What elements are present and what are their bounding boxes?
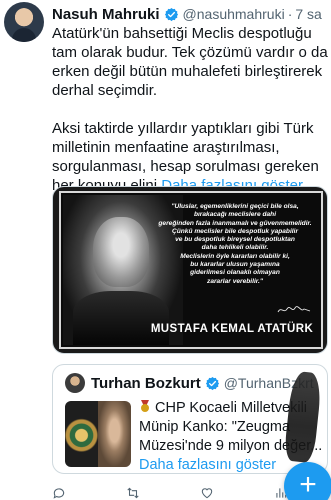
signature-graphic: [277, 306, 311, 313]
quote-line: ve bu despotluk bireysel despotluktan: [175, 236, 295, 244]
quote-line: gereğinden fazla inanmamalı ve güvenmeme…: [158, 219, 312, 227]
medal-emoji-icon: [139, 400, 151, 413]
poster-author: MUSTAFA KEMAL ATATÜRK: [150, 323, 314, 335]
verified-badge-icon: [164, 7, 178, 21]
author-avatar[interactable]: [4, 2, 44, 42]
quote-line: giderilmesi olanaklı olmayan: [190, 269, 280, 277]
mosaic-image-1: [65, 401, 98, 467]
quoted-tweet-thumbnail: [65, 401, 131, 467]
poster-quote: "Uluslar, egemenliklerini geçici bile ol…: [149, 203, 321, 286]
quote-line: zararlar verebilir.": [207, 277, 263, 285]
quoted-author-avatar: [65, 373, 85, 393]
quote-line: Meclislerin öyle kararları olabilir ki,: [180, 252, 290, 260]
quoted-tweet-header: Turhan Bozkurt @TurhanBzkrt: [91, 373, 314, 393]
quote-line: bırakacağı meclislere dahi: [193, 211, 277, 219]
author-name[interactable]: Nasuh Mahruki: [52, 6, 160, 23]
quote-line: bu kararlar ulusun yaşamına: [190, 261, 280, 269]
retweet-action[interactable]: [126, 486, 144, 500]
retweet-icon: [127, 487, 139, 499]
tweet-image[interactable]: "Uluslar, egemenliklerini geçici bile ol…: [52, 186, 328, 354]
quote-poster: "Uluslar, egemenliklerini geçici bile ol…: [59, 191, 323, 349]
author-handle[interactable]: @nasuhmahruki: [183, 6, 285, 22]
tweet-header: Nasuh Mahruki @nasuhmahruki · 7 sa: [52, 4, 322, 24]
tweet[interactable]: Nasuh Mahruki @nasuhmahruki · 7 sa Atatü…: [0, 0, 331, 500]
quoted-show-more-link[interactable]: Daha fazlasını göster: [139, 457, 276, 473]
compose-plus-icon: +: [299, 468, 317, 500]
quote-line: daha tehlikeli olabilir.: [201, 244, 269, 252]
separator-dot: ·: [287, 6, 293, 22]
tweet-time[interactable]: 7 sa: [295, 6, 321, 22]
quoted-author-name: Turhan Bozkurt: [91, 374, 201, 392]
quoted-tweet[interactable]: Turhan Bozkurt @TurhanBzkrt CHP Kocaeli …: [52, 364, 328, 474]
tweet-actions: [52, 486, 292, 500]
mosaic-image-2: [98, 401, 131, 467]
quote-line: Çünkü meclisler bile despotluk yapabilir: [171, 227, 299, 235]
verified-badge-icon: [205, 376, 219, 390]
like-icon: [201, 488, 213, 499]
reply-icon: [53, 488, 65, 499]
compose-button[interactable]: +: [284, 462, 331, 500]
tweet-paragraph-2: Aksi taktirde yıllardır yaptıkları gibi …: [52, 119, 328, 195]
like-action[interactable]: [200, 486, 218, 500]
reply-action[interactable]: [52, 486, 70, 500]
tweet-paragraph-1: Atatürk'ün bahsettiği Meclis despotluğu …: [52, 25, 328, 99]
quote-line: "Uluslar, egemenliklerini geçici bile ol…: [171, 203, 299, 210]
